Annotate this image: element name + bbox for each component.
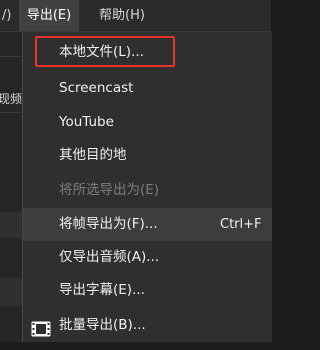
menu-item-export-selection: 将所选导出为(E)	[23, 174, 272, 207]
menu-item-export-audio[interactable]: 仅导出音频(A)...	[23, 241, 272, 274]
menu-item-label: 其他目的地	[59, 147, 127, 163]
menu-item-youtube[interactable]: YouTube	[23, 106, 272, 139]
menu-export[interactable]: 导出(E)	[19, 0, 79, 31]
menu-item-label: 将帧导出为(F)...	[59, 216, 158, 232]
menu-item-batch-export[interactable]: 批量导出(B)...	[23, 309, 272, 342]
menu-item-label: 仅导出音频(A)...	[59, 249, 160, 265]
export-dropdown-menu: 本地文件(L)... Screencast YouTube 其他目的地 将所选导…	[22, 32, 272, 342]
shortcut-label: Ctrl+F	[220, 217, 262, 232]
menu-item-local-file[interactable]: 本地文件(L)...	[23, 36, 272, 69]
menu-item-export-captions[interactable]: 导出字幕(E)...	[23, 274, 272, 307]
menu-item-label: YouTube	[59, 114, 114, 130]
menu-item-other-destinations[interactable]: 其他目的地	[23, 139, 272, 172]
menu-item-label: Screencast	[59, 80, 134, 96]
menu-item-export-frame[interactable]: 将帧导出为(F)... Ctrl+F	[23, 208, 272, 241]
menu-item-label: 导出字幕(E)...	[59, 282, 145, 298]
menu-help[interactable]: 帮助(H)	[93, 0, 151, 31]
menu-item-screencast[interactable]: Screencast	[23, 72, 272, 105]
film-strip-icon	[31, 317, 51, 337]
menu-view-partial[interactable]: /)	[0, 0, 17, 31]
menu-bar: /) 导出(E) 帮助(H)	[0, 0, 271, 32]
menu-item-label: 批量导出(B)...	[59, 317, 146, 333]
menu-item-label: 本地文件(L)...	[59, 44, 144, 60]
menu-item-label: 将所选导出为(E)	[59, 182, 160, 198]
